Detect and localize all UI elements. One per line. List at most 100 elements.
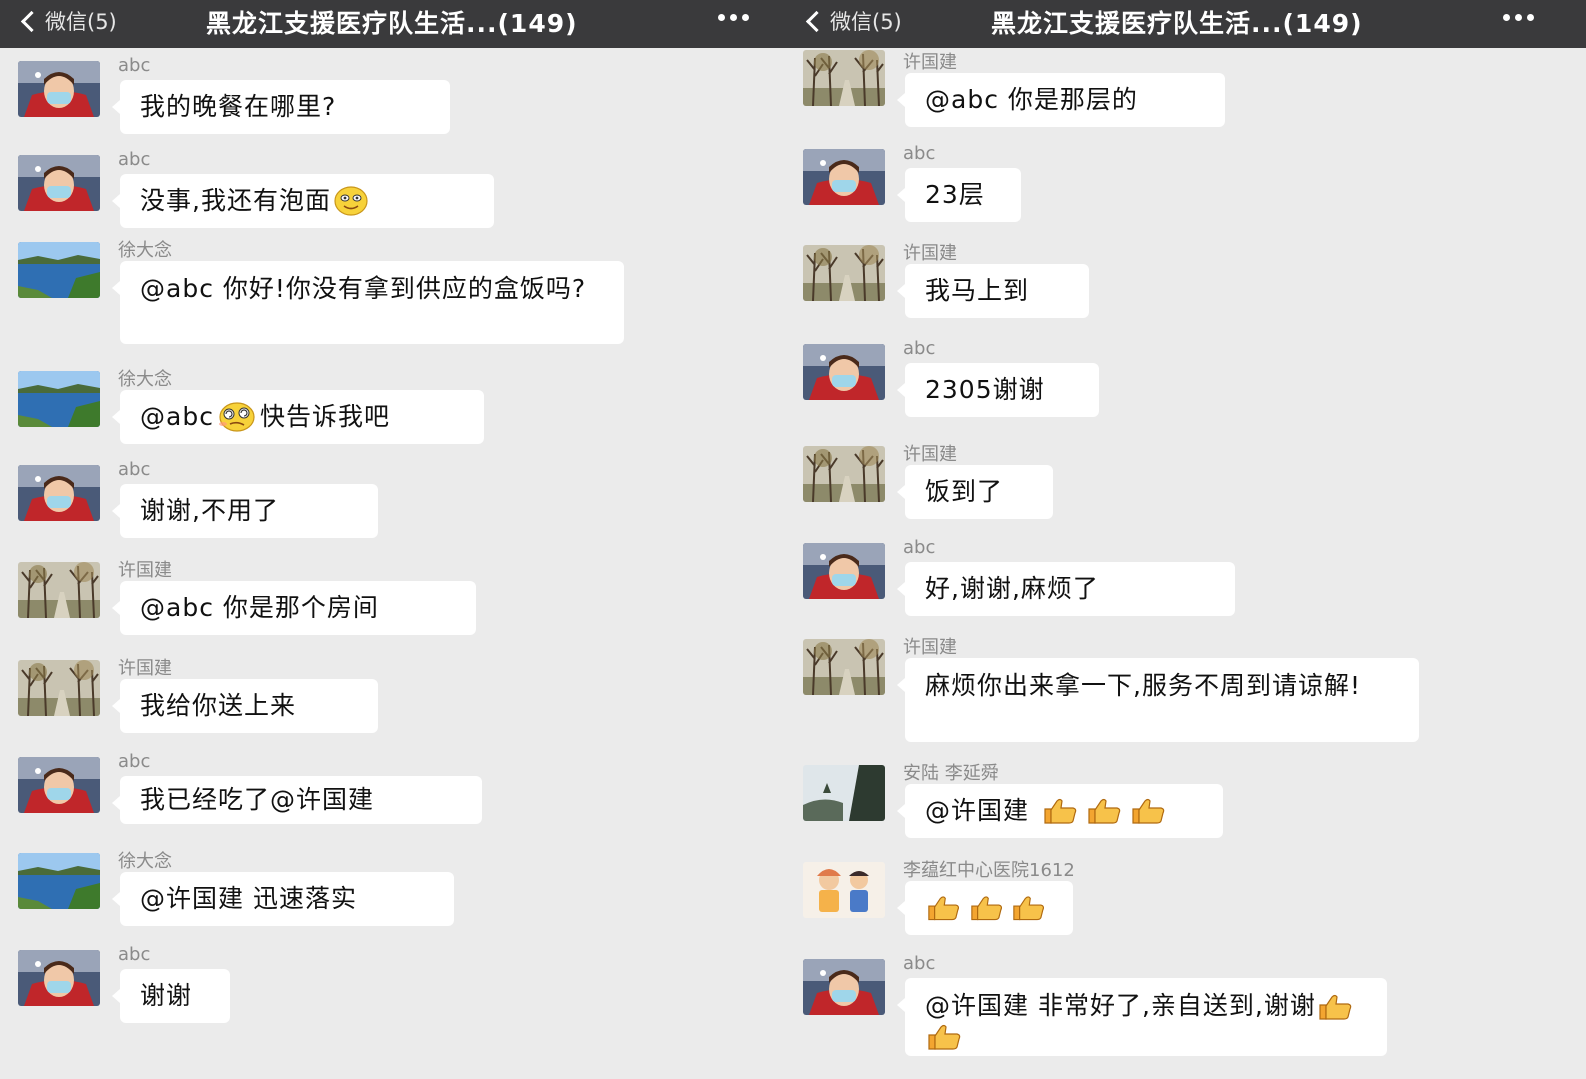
- message-bubble[interactable]: 麻烦你出来拿一下,服务不周到请谅解!: [897, 658, 1419, 742]
- message-text: 2305谢谢: [925, 375, 1045, 404]
- chat-pane-right: 微信(5) 黑龙江支援医疗队生活...(149) 许国建 @abc 你是那层的 …: [785, 0, 1586, 1079]
- message-bubble[interactable]: 好,谢谢,麻烦了: [897, 562, 1235, 616]
- sender-name: 安陆 李延舜: [903, 763, 999, 784]
- back-button[interactable]: 微信(5): [18, 6, 117, 36]
- message-bubble[interactable]: 我已经吃了@许国建: [112, 776, 482, 824]
- avatar[interactable]: [803, 344, 885, 400]
- sender-name: 许国建: [903, 52, 957, 73]
- sender-name: abc: [118, 944, 151, 965]
- sender-name: abc: [903, 953, 936, 974]
- message-bubble[interactable]: @abc 你是那层的: [897, 73, 1225, 127]
- message-text: @许国建 迅速落实: [140, 884, 357, 913]
- nav-bar: 微信(5) 黑龙江支援医疗队生活...(149): [785, 0, 1586, 48]
- message-text: 23层: [925, 180, 985, 209]
- message-bubble[interactable]: @abc 你好!你没有拿到供应的盒饭吗?: [112, 261, 624, 344]
- message-bubble[interactable]: 我的晚餐在哪里?: [112, 80, 450, 134]
- avatar[interactable]: [18, 853, 100, 909]
- chat-title: 黑龙江支援医疗队生活...(149): [991, 9, 1363, 38]
- message-text: 麻烦你出来拿一下,服务不周到请谅解!: [925, 671, 1361, 700]
- sender-name: 许国建: [118, 658, 172, 679]
- sender-name: 徐大念: [118, 851, 172, 872]
- sender-name: abc: [903, 338, 936, 359]
- avatar[interactable]: [18, 465, 100, 521]
- message-text: 快告诉我吧: [259, 402, 390, 431]
- avatar[interactable]: [18, 562, 100, 618]
- sender-name: 许国建: [903, 637, 957, 658]
- back-chevron-icon: [805, 10, 828, 32]
- message-text: 没事,我还有泡面: [140, 186, 331, 215]
- avatar[interactable]: [18, 371, 100, 427]
- avatar[interactable]: [18, 660, 100, 716]
- avatar[interactable]: [803, 50, 885, 106]
- sender-name: 徐大念: [118, 369, 172, 390]
- message-bubble[interactable]: 我给你送上来: [112, 679, 378, 733]
- message-bubble[interactable]: @许国建 非常好了,亲自送到,谢谢: [897, 978, 1387, 1056]
- more-dots-icon[interactable]: [1503, 14, 1534, 21]
- sender-name: abc: [118, 55, 151, 76]
- more-dots-icon[interactable]: [718, 14, 749, 21]
- message-bubble[interactable]: 谢谢: [112, 969, 230, 1023]
- sender-name: 李蕴红中心医院1612: [903, 860, 1075, 881]
- avatar[interactable]: [18, 950, 100, 1006]
- chat-pane-left: 微信(5) 黑龙江支援医疗队生活...(149) abc 我的晚餐在哪里? ab…: [0, 0, 785, 1079]
- message-text: @abc 你是那层的: [925, 85, 1138, 114]
- avatar[interactable]: [803, 959, 885, 1015]
- avatar[interactable]: [803, 862, 885, 918]
- message-text: @许国建: [925, 796, 1030, 825]
- back-label: 微信(5): [830, 10, 902, 34]
- back-button[interactable]: 微信(5): [803, 6, 902, 36]
- message-text: 我马上到: [925, 276, 1030, 305]
- message-text: 我已经吃了@许国建: [140, 785, 375, 814]
- message-bubble[interactable]: @许国建: [897, 784, 1223, 838]
- message-bubble[interactable]: 23层: [897, 168, 1021, 222]
- message-text: @abc 你好!你没有拿到供应的盒饭吗?: [140, 274, 587, 303]
- thumbs-up-emoji: [1085, 797, 1123, 825]
- avatar[interactable]: [18, 155, 100, 211]
- message-bubble[interactable]: [897, 881, 1073, 935]
- message-text: 谢谢,不用了: [140, 496, 279, 525]
- thumbs-up-emoji: [1010, 894, 1047, 922]
- thumbs-up-emoji: [968, 894, 1005, 922]
- avatar[interactable]: [18, 757, 100, 813]
- sender-name: abc: [118, 459, 151, 480]
- message-bubble[interactable]: 饭到了: [897, 465, 1053, 519]
- avatar[interactable]: [803, 245, 885, 301]
- message-bubble[interactable]: 谢谢,不用了: [112, 484, 378, 538]
- thumbs-up-emoji: [1129, 797, 1167, 825]
- thumbs-up-emoji: [925, 894, 962, 922]
- thumbs-up-emoji: [1316, 993, 1354, 1021]
- sender-name: abc: [903, 143, 936, 164]
- sender-name: 许国建: [903, 444, 957, 465]
- back-chevron-icon: [20, 10, 43, 32]
- dizzy-emoji: [217, 402, 257, 432]
- sender-name: abc: [118, 751, 151, 772]
- avatar[interactable]: [803, 543, 885, 599]
- sender-name: 许国建: [903, 243, 957, 264]
- avatar[interactable]: [803, 765, 885, 821]
- message-bubble[interactable]: @abc 你是那个房间: [112, 581, 476, 635]
- smile-emoji: [334, 186, 368, 216]
- message-text: 谢谢: [140, 981, 193, 1010]
- avatar[interactable]: [18, 242, 100, 298]
- sender-name: abc: [118, 149, 151, 170]
- nav-bar: 微信(5) 黑龙江支援医疗队生活...(149): [0, 0, 785, 48]
- sender-name: 徐大念: [118, 240, 172, 261]
- mention-text: @abc: [140, 402, 214, 431]
- message-bubble[interactable]: 2305谢谢: [897, 363, 1099, 417]
- message-text: 好,谢谢,麻烦了: [925, 574, 1099, 603]
- thumbs-up-emoji: [925, 1023, 963, 1051]
- avatar[interactable]: [803, 639, 885, 695]
- sender-name: 许国建: [118, 560, 172, 581]
- message-bubble[interactable]: 没事,我还有泡面: [112, 174, 494, 228]
- message-bubble[interactable]: 我马上到: [897, 264, 1089, 318]
- message-text: 我给你送上来: [140, 691, 297, 720]
- avatar[interactable]: [803, 446, 885, 502]
- message-text: @许国建 非常好了,亲自送到,谢谢: [925, 991, 1367, 1051]
- message-bubble[interactable]: @许国建 迅速落实: [112, 872, 454, 926]
- message-text: 饭到了: [925, 477, 1004, 506]
- chat-title: 黑龙江支援医疗队生活...(149): [206, 9, 578, 38]
- avatar[interactable]: [803, 149, 885, 205]
- avatar[interactable]: [18, 61, 100, 117]
- message-bubble[interactable]: @abc 快告诉我吧: [112, 390, 484, 444]
- sender-name: abc: [903, 537, 936, 558]
